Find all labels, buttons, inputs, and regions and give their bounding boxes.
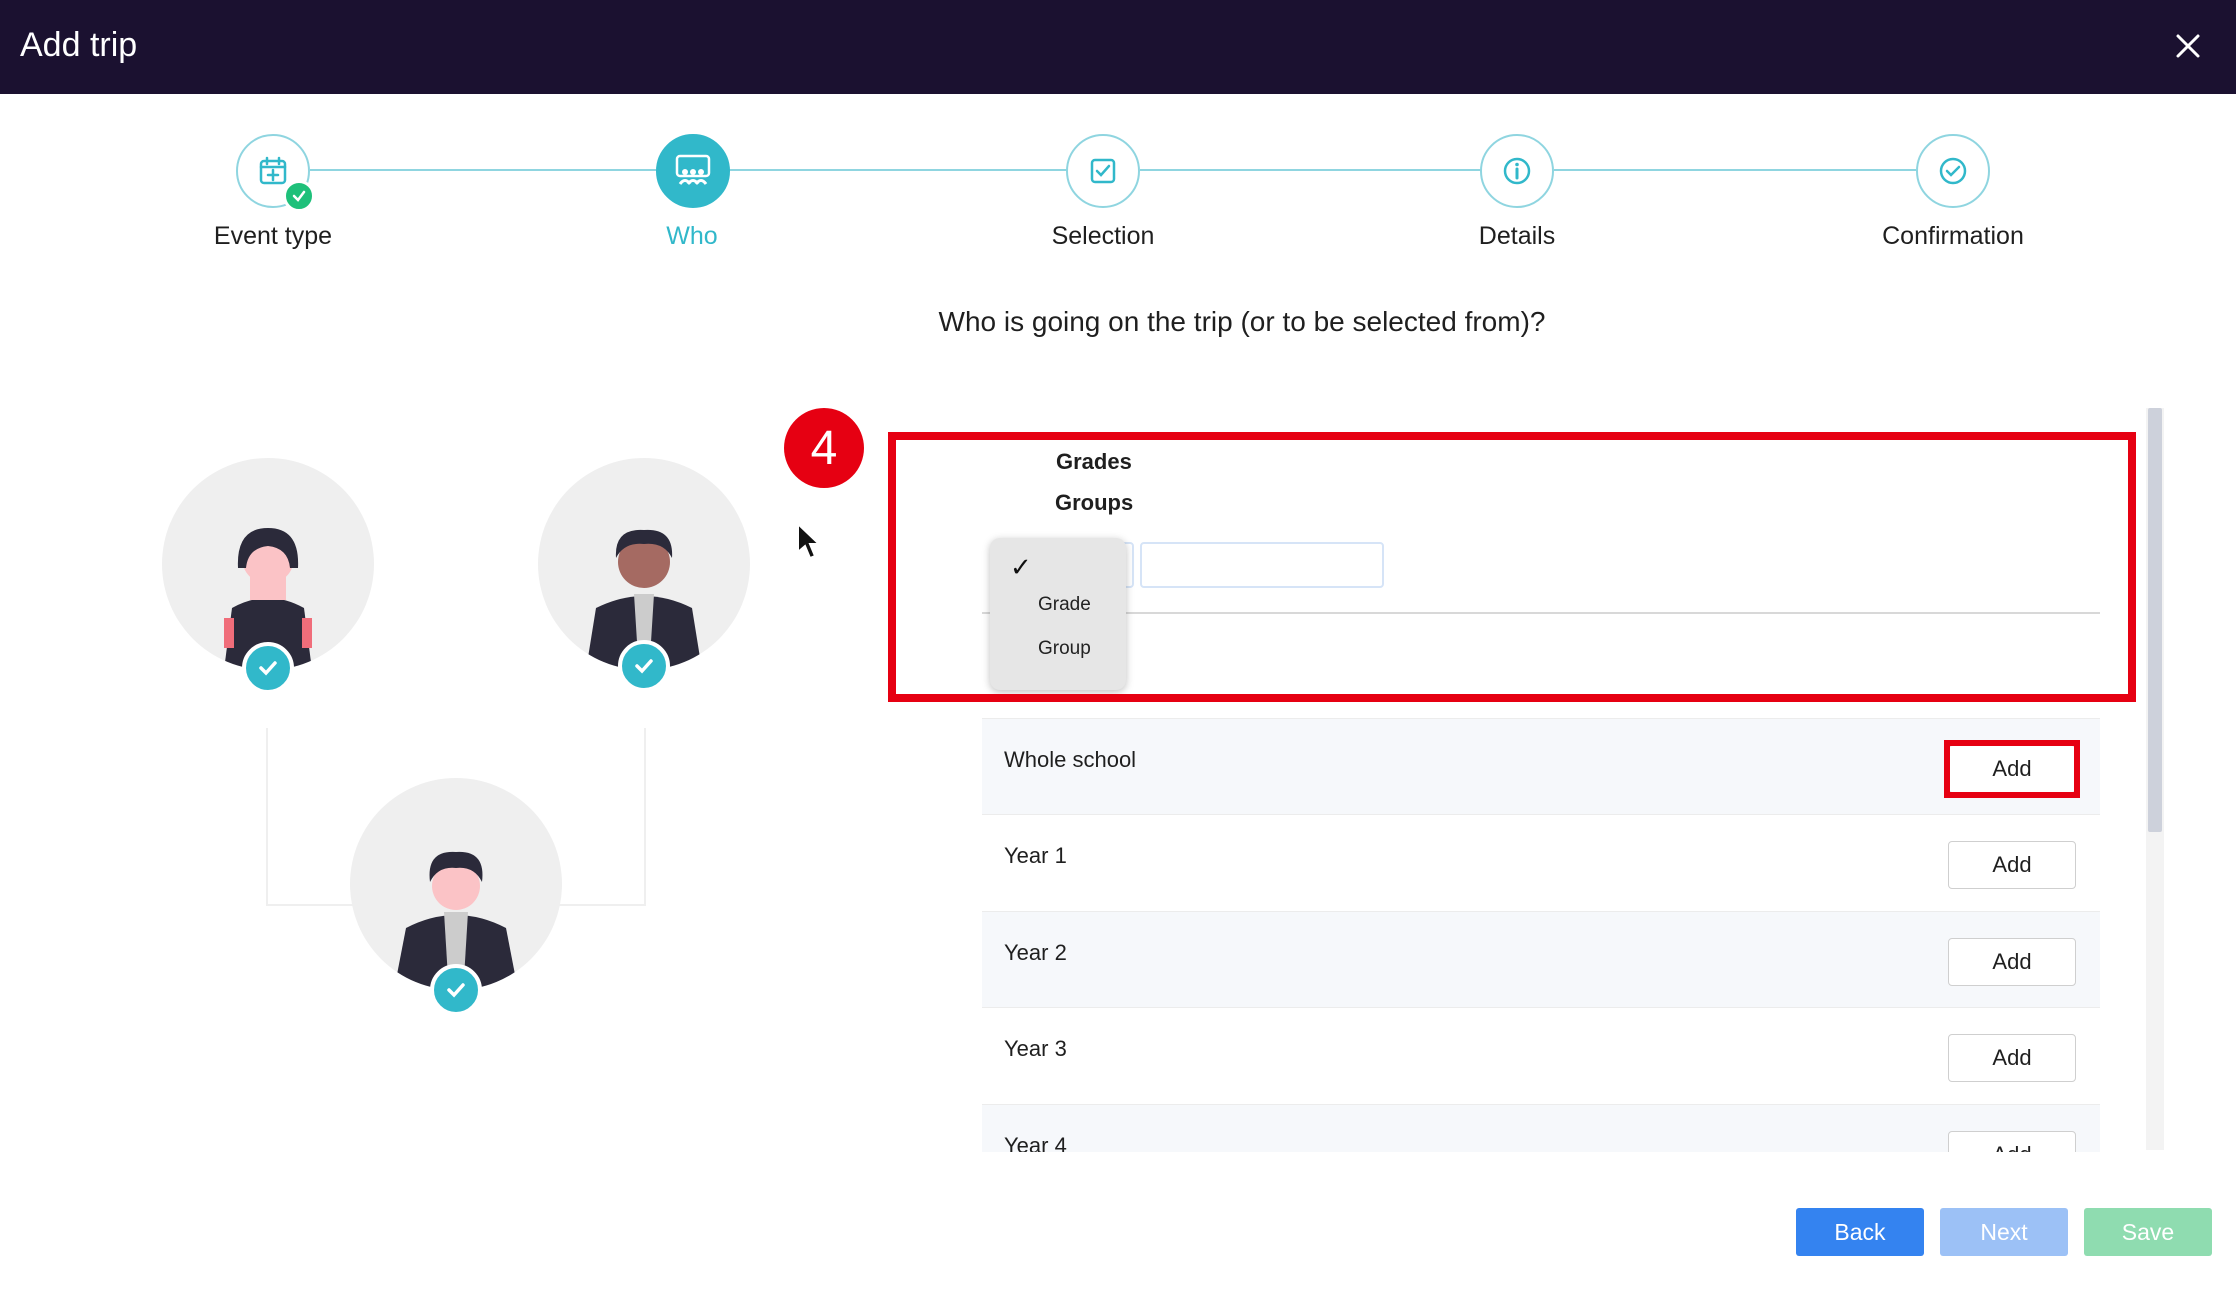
annotation-step-number: 4 (784, 408, 864, 488)
save-button[interactable]: Save (2084, 1208, 2212, 1256)
stepper-line (1140, 169, 1482, 171)
person-avatar (162, 458, 374, 670)
row-label: Year 4 (1004, 1133, 1067, 1152)
close-icon[interactable] (2170, 28, 2206, 64)
step-selection[interactable] (1066, 134, 1140, 208)
dialog-title: Add trip (20, 26, 138, 64)
step-label: Event type (213, 222, 333, 250)
annotation-highlight-add (1944, 740, 2080, 798)
dialog-header: Add trip (0, 0, 2236, 94)
person-icon (394, 851, 518, 990)
checkbox-icon (1090, 158, 1116, 184)
scrollbar-thumb[interactable] (2148, 408, 2162, 832)
step-label: Confirmation (1882, 222, 2024, 250)
add-button[interactable]: Add (1948, 1131, 2076, 1152)
next-button[interactable]: Next (1940, 1208, 2068, 1256)
row-label: Year 2 (1004, 940, 1067, 965)
step-label: Who (666, 222, 718, 250)
stepper-line (310, 169, 656, 171)
add-button[interactable]: Add (1948, 938, 2076, 986)
person-avatar (350, 778, 562, 990)
check-circle-icon (1939, 157, 1967, 185)
stepper-line (1554, 169, 1916, 171)
step-label: Selection (1051, 222, 1155, 250)
row-label: Year 3 (1004, 1036, 1067, 1061)
check-icon (242, 642, 294, 694)
check-icon (430, 964, 482, 1016)
list-item: Year 2 Add (982, 911, 2100, 1007)
step-label: Details (1478, 222, 1556, 250)
step-details[interactable] (1480, 134, 1554, 208)
list-item: Year 3 Add (982, 1007, 2100, 1104)
group-list[interactable]: Whole school Add Year 1 Add Year 2 Add Y… (982, 718, 2100, 1152)
person-icon (224, 528, 312, 670)
row-label: Year 1 (1004, 843, 1067, 868)
row-label: Whole school (1004, 747, 1137, 772)
check-icon (618, 640, 670, 692)
info-icon (1503, 157, 1531, 185)
person-icon (586, 529, 702, 670)
add-button[interactable]: Add (1948, 841, 2076, 889)
list-item: Whole school Add (982, 718, 2100, 814)
annotation-highlight-box (888, 432, 2136, 702)
list-item: Year 1 Add (982, 814, 2100, 911)
stepper-line (728, 169, 1068, 171)
back-button[interactable]: Back (1796, 1208, 1924, 1256)
step-who[interactable] (656, 134, 730, 208)
page-question: Who is going on the trip (or to be selec… (938, 306, 1546, 337)
calendar-plus-icon (259, 156, 287, 185)
group-icon (675, 154, 711, 185)
list-item: Year 4 Add (982, 1104, 2100, 1152)
add-button[interactable]: Add (1948, 1034, 2076, 1082)
mouse-cursor-icon (797, 522, 822, 560)
person-avatar (538, 458, 750, 670)
step-confirmation[interactable] (1916, 134, 1990, 208)
check-icon (283, 180, 315, 212)
